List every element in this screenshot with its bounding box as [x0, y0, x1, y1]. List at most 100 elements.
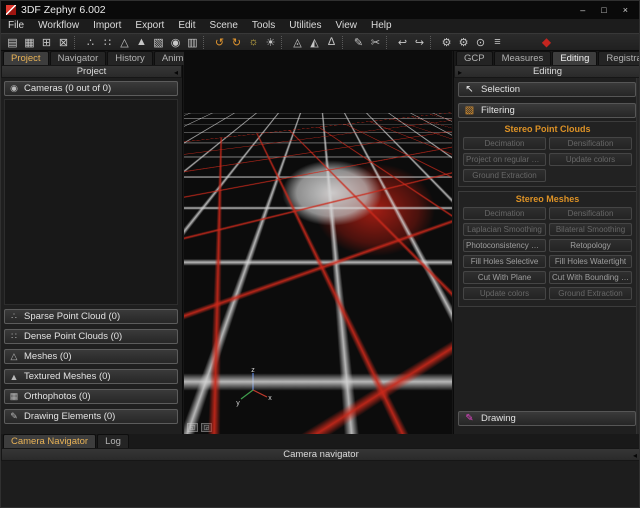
stereo-point-clouds-group: Stereo Point Clouds Decimation Densifica… — [458, 121, 637, 187]
menu-workflow[interactable]: Workflow — [31, 19, 86, 33]
cut-with-bounding-box-button[interactable]: Cut With Bounding Box — [549, 271, 632, 284]
red-grid-plane — [184, 51, 452, 90]
viewport-3d[interactable]: z x y ◱ ◲ — [184, 51, 452, 434]
menu-utilities[interactable]: Utilities — [282, 19, 328, 33]
export-icon[interactable]: ⊠ — [55, 35, 72, 50]
maximize-button[interactable]: □ — [601, 5, 606, 15]
tab-project[interactable]: Project — [3, 51, 49, 65]
measure-icon[interactable]: ∆ — [323, 35, 340, 50]
cameras-item[interactable]: ◉ Cameras (0 out of 0) — [4, 81, 178, 96]
left-panel-tabs: Project Navigator History Animator — [1, 51, 182, 65]
camera-icon[interactable]: ◉ — [167, 35, 184, 50]
triangle-tool-icon[interactable]: ◬ — [289, 35, 306, 50]
orbit-ccw-icon[interactable]: ↺ — [211, 35, 228, 50]
light-bulb-icon[interactable]: ☼ — [245, 35, 262, 50]
dense-point-clouds-item[interactable]: ∷ Dense Point Clouds (0) — [4, 329, 178, 344]
mesh-densification-button[interactable]: Densification — [549, 207, 632, 220]
undo-icon[interactable]: ↩ — [394, 35, 411, 50]
pc-densification-button[interactable]: Densification — [549, 137, 632, 150]
target-icon[interactable]: ⊙ — [472, 35, 489, 50]
app-logo-icon — [6, 5, 16, 15]
stereo-meshes-group: Stereo Meshes Decimation Densification L… — [458, 191, 637, 307]
retopology-button[interactable]: Retopology — [549, 239, 632, 252]
drawing-button[interactable]: ✎ Drawing — [458, 411, 636, 426]
selection-button[interactable]: ↖ Selection — [458, 82, 636, 97]
orbit-cw-icon[interactable]: ↻ — [228, 35, 245, 50]
laplacian-smoothing-button[interactable]: Laplacian Smoothing — [463, 223, 546, 236]
mesh-update-colors-button[interactable]: Update colors — [463, 287, 546, 300]
viewport-toggle-2-button[interactable]: ◲ — [201, 423, 212, 432]
textured-mesh-icon[interactable]: ▲ — [133, 35, 150, 50]
fill-holes-watertight-button[interactable]: Fill Holes Watertight — [549, 255, 632, 268]
dense-cloud-icon[interactable]: ∷ — [99, 35, 116, 50]
mesh-icon[interactable]: △ — [116, 35, 133, 50]
fill-holes-selective-button[interactable]: Fill Holes Selective — [463, 255, 546, 268]
dense-point-clouds-label: Dense Point Clouds (0) — [24, 331, 122, 342]
menu-edit[interactable]: Edit — [171, 19, 202, 33]
axis-gizmo: z x y — [230, 365, 276, 411]
menu-file[interactable]: File — [1, 19, 31, 33]
bilateral-smoothing-button[interactable]: Bilateral Smoothing — [549, 223, 632, 236]
tab-log[interactable]: Log — [97, 434, 129, 448]
right-panel-scrollbar[interactable] — [636, 78, 640, 434]
viewport-toggle-1-button[interactable]: ◱ — [187, 423, 198, 432]
sliders-icon[interactable]: ≡ — [489, 35, 506, 50]
tab-editing[interactable]: Editing — [552, 51, 597, 65]
sparse-cloud-icon[interactable]: ∴ — [82, 35, 99, 50]
plane-tool-icon[interactable]: ◭ — [306, 35, 323, 50]
tab-gcp[interactable]: GCP — [456, 51, 493, 65]
save-project-icon[interactable]: ▦ — [21, 35, 38, 50]
mesh-ground-extraction-button[interactable]: Ground Extraction — [549, 287, 632, 300]
minimize-button[interactable]: – — [580, 5, 585, 15]
menu-scene[interactable]: Scene — [203, 19, 245, 33]
import-photos-icon[interactable]: ⊞ — [38, 35, 55, 50]
menu-view[interactable]: View — [329, 19, 365, 33]
bottom-panel-tabs: Camera Navigator Log — [1, 434, 640, 448]
filtering-button[interactable]: ▧ Filtering — [458, 103, 636, 118]
tab-registration[interactable]: Registration — [598, 51, 640, 65]
window-title: 3DF Zephyr 6.002 — [21, 4, 106, 16]
tab-history[interactable]: History — [107, 51, 153, 65]
collapse-bottom-panel-icon[interactable]: ◂ — [633, 450, 637, 461]
textured-meshes-item[interactable]: ▲ Textured Meshes (0) — [4, 369, 178, 384]
pc-project-on-regular-grid-button[interactable]: Project on regular grid — [463, 153, 546, 166]
cut-with-plane-button[interactable]: Cut With Plane — [463, 271, 546, 284]
redo-icon[interactable]: ↪ — [411, 35, 428, 50]
collapse-right-panel-icon[interactable]: ▸ — [458, 67, 462, 78]
sparse-point-cloud-item[interactable]: ∴ Sparse Point Cloud (0) — [4, 309, 178, 324]
cut-icon[interactable]: ✂ — [367, 35, 384, 50]
tab-measures[interactable]: Measures — [494, 51, 552, 65]
orthophoto-icon: ▦ — [9, 391, 19, 402]
drawing-elements-item[interactable]: ✎ Drawing Elements (0) — [4, 409, 178, 424]
close-button[interactable]: × — [623, 5, 628, 15]
menu-tools[interactable]: Tools — [245, 19, 282, 33]
gear-icon[interactable]: ⚙ — [438, 35, 455, 50]
image-icon[interactable]: ▥ — [184, 35, 201, 50]
project-tree-area[interactable] — [4, 99, 178, 305]
new-project-icon[interactable]: ▤ — [4, 35, 21, 50]
mesh-icon: △ — [9, 351, 19, 362]
menu-export[interactable]: Export — [128, 19, 171, 33]
photoconsistency-button[interactable]: Photoconsistency Based Optimization — [463, 239, 546, 252]
orthophoto-icon[interactable]: ▧ — [150, 35, 167, 50]
gear2-icon[interactable]: ⚙ — [455, 35, 472, 50]
tab-camera-navigator[interactable]: Camera Navigator — [3, 434, 96, 448]
viewport-mini-buttons: ◱ ◲ — [187, 423, 212, 432]
stereo-point-clouds-buttons: Decimation Densification Project on regu… — [459, 134, 636, 185]
pen-icon[interactable]: ✎ — [350, 35, 367, 50]
toolbar-separator — [430, 36, 436, 49]
pc-decimation-button[interactable]: Decimation — [463, 137, 546, 150]
lamp-icon[interactable]: ☀ — [262, 35, 279, 50]
menu-import[interactable]: Import — [86, 19, 128, 33]
titlebar: 3DF Zephyr 6.002 – □ × — [1, 1, 640, 19]
menu-help[interactable]: Help — [364, 19, 399, 33]
mesh-decimation-button[interactable]: Decimation — [463, 207, 546, 220]
collapse-left-panel-icon[interactable]: ◂ — [174, 67, 178, 78]
orthophotos-item[interactable]: ▦ Orthophotos (0) — [4, 389, 178, 404]
right-panel: GCP Measures Editing Registration Editin… — [453, 51, 640, 434]
tab-navigator[interactable]: Navigator — [50, 51, 107, 65]
meshes-item[interactable]: △ Meshes (0) — [4, 349, 178, 364]
pc-update-colors-button[interactable]: Update colors — [549, 153, 632, 166]
pc-ground-extraction-button[interactable]: Ground Extraction — [463, 169, 546, 182]
toolbar-separator — [203, 36, 209, 49]
